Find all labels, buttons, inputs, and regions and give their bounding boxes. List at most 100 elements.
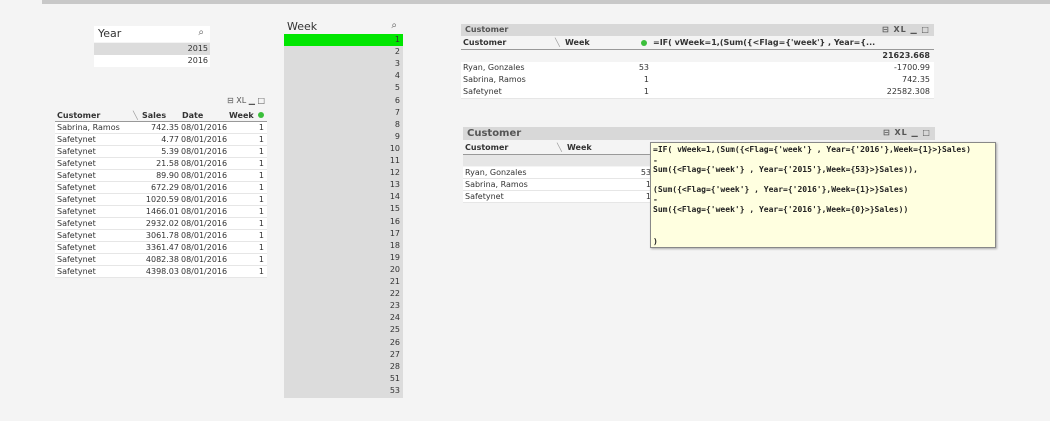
cell-week: 1	[645, 180, 651, 189]
list-item-week[interactable]: 51	[284, 373, 403, 385]
sort-icon[interactable]: ╲	[133, 111, 138, 120]
sort-icon[interactable]: ╲	[555, 38, 560, 47]
column-header-customer[interactable]: Customer	[465, 142, 555, 154]
table-row[interactable]: Ryan, Gonzales 53	[463, 167, 653, 179]
list-item-week[interactable]: 14	[284, 191, 403, 203]
table-row[interactable]: Safetynet 4398.03 08/01/2016 1	[55, 266, 267, 278]
list-item-label: 9	[394, 131, 400, 141]
list-item-week[interactable]: 28	[284, 361, 403, 373]
column-header-sales[interactable]: Sales	[142, 110, 182, 122]
cell-sales: 5.39	[161, 147, 179, 156]
list-item-week[interactable]: 23	[284, 300, 403, 312]
box-caption[interactable]: Customer ⊟ XL ▁ □	[463, 127, 935, 140]
box-caption[interactable]: Customer ⊟ XL ▁ □	[461, 24, 934, 36]
cell-sales: 1020.59	[145, 195, 179, 204]
cell-customer: Sabrina, Ramos	[465, 180, 528, 189]
cell-sales: 3361.47	[145, 243, 179, 252]
cell-customer: Safetynet	[57, 267, 96, 276]
table-row[interactable]: Safetynet 3061.78 08/01/2016 1	[55, 230, 267, 242]
list-item-year-2016[interactable]: 2016	[94, 55, 210, 67]
list-item-week[interactable]: 21	[284, 276, 403, 288]
list-item-week[interactable]: 26	[284, 337, 403, 349]
table-row[interactable]: Safetynet 5.39 08/01/2016 1	[55, 146, 267, 158]
list-item-year-2015[interactable]: 2015	[94, 43, 210, 55]
search-icon[interactable]: ⌕	[198, 27, 204, 38]
list-item-week[interactable]: 22	[284, 288, 403, 300]
box-toolbar-icons[interactable]: ⊟ XL ▁ □	[882, 25, 930, 34]
table-row[interactable]: Sabrina, Ramos 1	[463, 179, 653, 191]
table-row[interactable]: Sabrina, Ramos 742.35 08/01/2016 1	[55, 122, 267, 134]
cell-sales: 672.29	[151, 183, 179, 192]
table-header: Customer ╲ Week =IF( vWeek=1,(Sum({<Flag…	[461, 37, 934, 50]
list-item-week[interactable]: 16	[284, 216, 403, 228]
list-item-label: 2016	[187, 56, 208, 65]
cell-date: 08/01/2016	[181, 123, 227, 132]
cell-customer: Safetynet	[463, 87, 502, 96]
column-header-week[interactable]: Week	[567, 142, 627, 154]
column-header-week[interactable]: Week	[565, 37, 635, 49]
list-item-week[interactable]: 27	[284, 349, 403, 361]
sort-icon[interactable]: ╲	[557, 143, 562, 152]
table-row[interactable]: Safetynet 89.90 08/01/2016 1	[55, 170, 267, 182]
list-item-label: 16	[389, 216, 400, 226]
table-row[interactable]: Safetynet 4.77 08/01/2016 1	[55, 134, 267, 146]
table-row[interactable]: Safetynet 2932.02 08/01/2016 1	[55, 218, 267, 230]
list-item-week[interactable]: 20	[284, 264, 403, 276]
list-item-week[interactable]: 18	[284, 240, 403, 252]
table-row[interactable]: Safetynet 3361.47 08/01/2016 1	[55, 242, 267, 254]
year-listbox-header[interactable]: Year ⌕	[94, 26, 210, 42]
table-row[interactable]: Safetynet 1	[463, 191, 653, 203]
column-header-expression[interactable]: =IF( vWeek=1,(Sum({<Flag={'week'} , Year…	[653, 37, 933, 49]
list-item-week[interactable]: 6	[284, 95, 403, 107]
list-item-week[interactable]: 17	[284, 228, 403, 240]
table-row[interactable]: Safetynet 4082.38 08/01/2016 1	[55, 254, 267, 266]
list-item-label: 24	[389, 313, 400, 323]
tooltip-line: -	[653, 195, 658, 204]
list-item-week[interactable]: 4	[284, 70, 403, 82]
cell-date: 08/01/2016	[181, 195, 227, 204]
list-item-week[interactable]: 19	[284, 252, 403, 264]
cell-sales: 89.90	[156, 171, 179, 180]
table-row[interactable]: Safetynet 672.29 08/01/2016 1	[55, 182, 267, 194]
list-item-week[interactable]: 10	[284, 143, 403, 155]
box-toolbar-icons[interactable]: ⊟ XL ▁ □	[227, 96, 265, 105]
table-row[interactable]: Safetynet 1 22582.308	[461, 86, 934, 99]
column-header-week[interactable]: Week	[229, 110, 259, 122]
search-icon[interactable]: ⌕	[391, 20, 397, 31]
list-item-week[interactable]: 3	[284, 58, 403, 70]
cell-week: 1	[643, 87, 649, 96]
list-item-label: 53	[389, 385, 400, 395]
list-item-week[interactable]: 12	[284, 167, 403, 179]
list-item-week[interactable]: 8	[284, 119, 403, 131]
box-title: Customer	[467, 128, 522, 139]
cell-customer: Safetynet	[57, 231, 96, 240]
cell-customer: Safetynet	[57, 219, 96, 228]
cell-week: 1	[258, 135, 264, 144]
list-item-week[interactable]: 9	[284, 131, 403, 143]
list-item-label: 18	[389, 240, 400, 250]
table-row[interactable]: Safetynet 1020.59 08/01/2016 1	[55, 194, 267, 206]
column-header-customer[interactable]: Customer	[463, 37, 553, 49]
list-item-week[interactable]: 5	[284, 82, 403, 94]
list-item-week[interactable]: 24	[284, 312, 403, 324]
week-listbox-header[interactable]: Week ⌕	[284, 19, 403, 34]
cell-customer: Safetynet	[57, 135, 96, 144]
list-item-label: 21	[389, 277, 400, 286]
box-toolbar-icons[interactable]: ⊟ XL ▁ □	[883, 128, 931, 137]
column-header-customer[interactable]: Customer	[57, 110, 139, 122]
list-item-week[interactable]: 13	[284, 179, 403, 191]
tooltip-line: Sum({<Flag={'week'} , Year={'2016'},Week…	[653, 205, 909, 214]
list-item-week[interactable]: 53	[284, 385, 403, 397]
cell-week: 1	[258, 183, 264, 192]
list-item-week[interactable]: 15	[284, 203, 403, 215]
list-item-label: 14	[389, 192, 400, 202]
cell-sales: 742.35	[151, 123, 179, 132]
list-item-week[interactable]: 2	[284, 46, 403, 58]
list-item-week[interactable]: 1	[284, 34, 403, 46]
list-item-week[interactable]: 7	[284, 107, 403, 119]
table-row[interactable]: Safetynet 21.58 08/01/2016 1	[55, 158, 267, 170]
list-item-week[interactable]: 25	[284, 324, 403, 336]
column-header-date[interactable]: Date	[182, 110, 227, 122]
list-item-week[interactable]: 11	[284, 155, 403, 167]
table-row[interactable]: Safetynet 1466.01 08/01/2016 1	[55, 206, 267, 218]
